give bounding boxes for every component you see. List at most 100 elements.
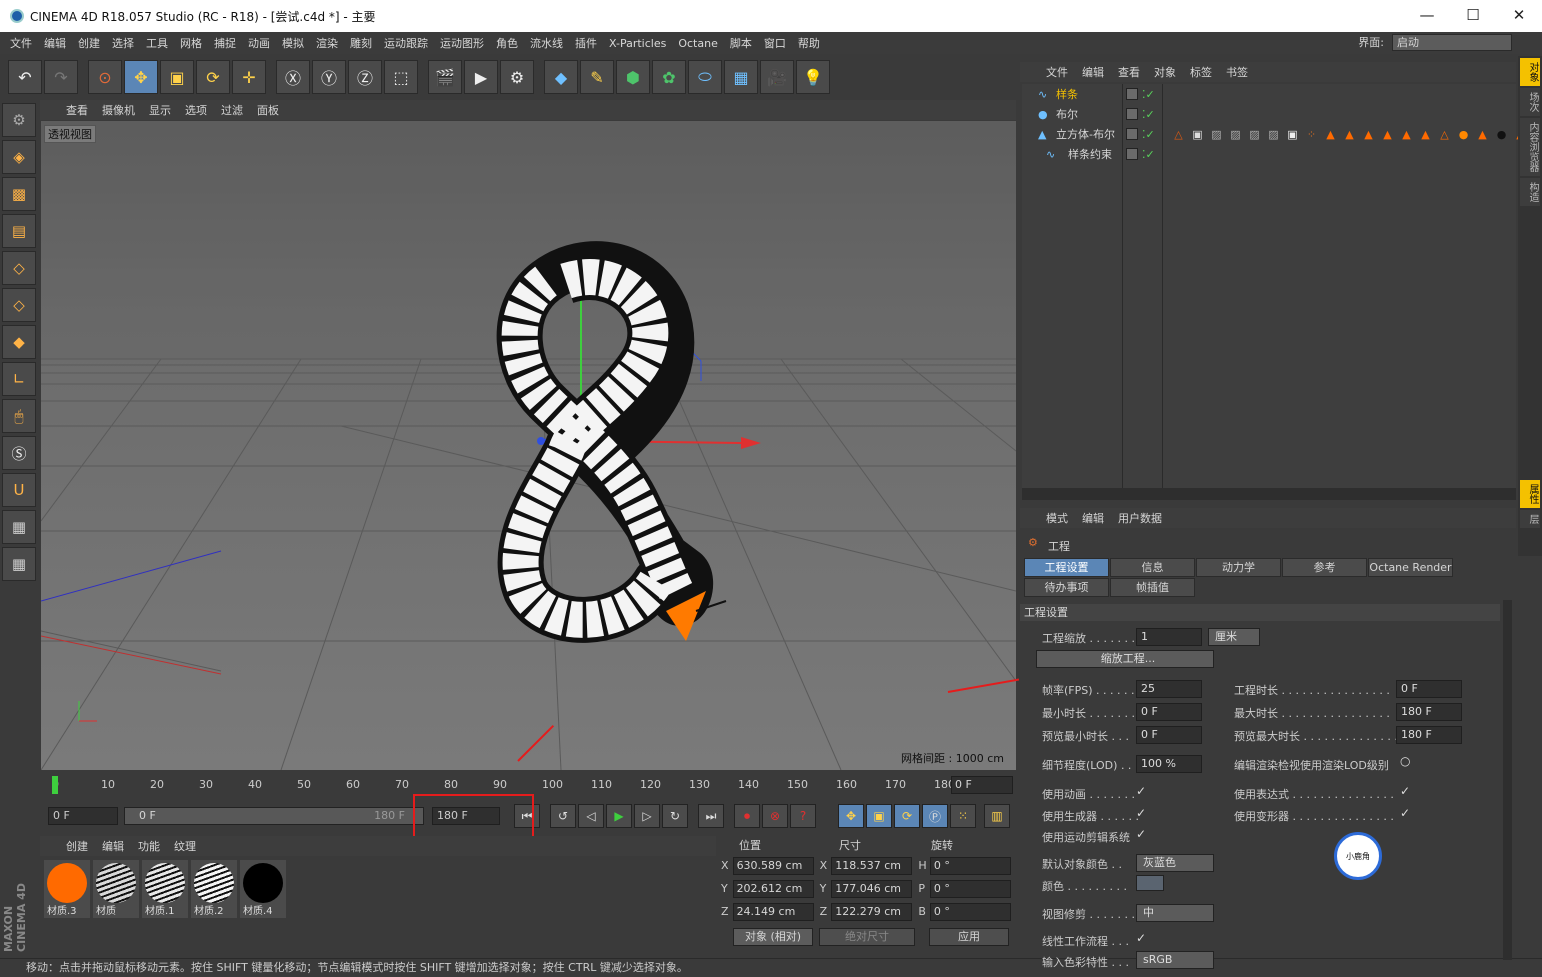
menu-item[interactable]: 角色 bbox=[490, 35, 524, 51]
menu-item[interactable]: 运动图形 bbox=[434, 35, 490, 51]
timeline-window-icon[interactable]: ▥ bbox=[984, 804, 1010, 828]
coordinate-field[interactable]: 0 ° bbox=[929, 856, 1012, 875]
use-animation-checkbox[interactable]: ✓ bbox=[1136, 784, 1146, 798]
material-tag-icon[interactable]: ▲ bbox=[1398, 126, 1415, 142]
edges-mode-icon[interactable]: ◇ bbox=[2, 288, 36, 322]
lock-workplane-icon[interactable]: ▦ bbox=[2, 510, 36, 544]
view-clipping-dropdown[interactable]: 中 bbox=[1136, 904, 1214, 922]
enable-check-icon[interactable]: ⁚✓ bbox=[1142, 88, 1155, 101]
color-swatch[interactable] bbox=[1136, 875, 1164, 891]
object-menu-item[interactable]: 文件 bbox=[1046, 64, 1068, 80]
enable-check-icon[interactable]: ⁚✓ bbox=[1142, 108, 1155, 121]
side-tab[interactable]: 内容浏览器 bbox=[1520, 118, 1540, 176]
object-menu-item[interactable]: 书签 bbox=[1226, 64, 1248, 80]
cloner-icon[interactable]: ✿ bbox=[652, 60, 686, 94]
min-time-field[interactable]: 0 F bbox=[1136, 703, 1202, 721]
enable-check-icon[interactable]: ⁚✓ bbox=[1142, 128, 1155, 141]
material-tag-icon[interactable]: ▨ bbox=[1246, 126, 1263, 142]
z-axis-icon[interactable]: Ⓩ bbox=[348, 60, 382, 94]
material-swatch[interactable]: 材质.4 bbox=[240, 860, 286, 918]
axis-mode-icon[interactable]: ∟ bbox=[2, 362, 36, 396]
menu-item[interactable]: 流水线 bbox=[524, 35, 569, 51]
use-mograph-checkbox[interactable]: ✓ bbox=[1136, 827, 1146, 841]
key-parameter-icon[interactable]: Ⓟ bbox=[922, 804, 948, 828]
viewport-menu-item[interactable]: 查看 bbox=[66, 102, 88, 118]
material-swatch[interactable]: 材质 bbox=[93, 860, 139, 918]
use-generators-checkbox[interactable]: ✓ bbox=[1136, 806, 1146, 820]
undo-icon[interactable]: ↶ bbox=[8, 60, 42, 94]
menu-item[interactable]: X-Particles bbox=[603, 37, 672, 50]
coordinate-field[interactable]: 0 ° bbox=[929, 902, 1012, 921]
viewport-menu-item[interactable]: 面板 bbox=[257, 102, 279, 118]
material-menu-item[interactable]: 创建 bbox=[66, 838, 88, 854]
viewport-menu-item[interactable]: 摄像机 bbox=[102, 102, 135, 118]
solo-icon[interactable]: Ⓢ bbox=[2, 436, 36, 470]
playhead[interactable] bbox=[52, 776, 58, 794]
menu-item[interactable]: 动画 bbox=[242, 35, 276, 51]
material-tag-icon[interactable]: ▲ bbox=[1322, 126, 1339, 142]
interface-selector[interactable]: 界面: 启动 bbox=[1358, 32, 1512, 52]
key-pla-icon[interactable]: ⁙ bbox=[950, 804, 976, 828]
side-tab[interactable]: 属性 bbox=[1520, 480, 1540, 508]
y-axis-icon[interactable]: Ⓨ bbox=[312, 60, 346, 94]
material-menu-item[interactable]: 纹理 bbox=[174, 838, 196, 854]
visibility-toggle[interactable] bbox=[1126, 108, 1138, 120]
floor-icon[interactable]: ▦ bbox=[724, 60, 758, 94]
pen-icon[interactable]: ✎ bbox=[580, 60, 614, 94]
input-color-dropdown[interactable]: sRGB bbox=[1136, 951, 1214, 969]
render-view-icon[interactable]: 🎬 bbox=[428, 60, 462, 94]
attribute-tab[interactable]: 待办事项 bbox=[1024, 578, 1109, 597]
render-picture-viewer-icon[interactable]: ▶ bbox=[464, 60, 498, 94]
scale-project-button[interactable]: 缩放工程... bbox=[1036, 650, 1214, 668]
material-tag-icon[interactable]: △ bbox=[1170, 126, 1187, 142]
scale-icon[interactable]: ▣ bbox=[160, 60, 194, 94]
key-rotation-icon[interactable]: ⟳ bbox=[894, 804, 920, 828]
attribute-tab[interactable]: Octane Render bbox=[1368, 558, 1453, 577]
grid-snap-icon[interactable]: ▦ bbox=[2, 547, 36, 581]
object-row[interactable]: ∿ 样条 ⁚✓ bbox=[1022, 84, 1516, 104]
next-frame-icon[interactable]: ▷ bbox=[634, 804, 660, 828]
object-row[interactable]: ● 布尔 ⁚✓ bbox=[1022, 104, 1516, 124]
menu-item[interactable]: 模拟 bbox=[276, 35, 310, 51]
material-tag-icon[interactable]: ▲ bbox=[1360, 126, 1377, 142]
points-mode-icon[interactable]: ◇ bbox=[2, 251, 36, 285]
go-to-prev-key-icon[interactable]: ↺ bbox=[550, 804, 576, 828]
material-tag-icon[interactable]: ▣ bbox=[1189, 126, 1206, 142]
coordinate-field[interactable]: 118.537 cm bbox=[831, 856, 913, 875]
prev-frame-icon[interactable]: ◁ bbox=[578, 804, 604, 828]
menu-item[interactable]: 渲染 bbox=[310, 35, 344, 51]
subdivision-icon[interactable]: ⬢ bbox=[616, 60, 650, 94]
x-axis-icon[interactable]: Ⓧ bbox=[276, 60, 310, 94]
material-menu-item[interactable]: 编辑 bbox=[102, 838, 124, 854]
use-expressions-checkbox[interactable]: ✓ bbox=[1400, 784, 1410, 798]
rotate-icon[interactable]: ⟳ bbox=[196, 60, 230, 94]
menu-item[interactable]: 工具 bbox=[140, 35, 174, 51]
material-tag-icon[interactable]: ▨ bbox=[1265, 126, 1282, 142]
coordinate-mode-dropdown[interactable]: 对象 (相对) bbox=[733, 927, 813, 946]
range-slider[interactable]: 0 F 180 F bbox=[124, 807, 424, 825]
material-swatch[interactable]: 材质.3 bbox=[44, 860, 90, 918]
material-tag-icon[interactable]: ● bbox=[1493, 126, 1510, 142]
play-icon[interactable]: ▶ bbox=[606, 804, 632, 828]
coordinate-field[interactable]: 24.149 cm bbox=[732, 902, 814, 921]
material-tag-icon[interactable]: ▲ bbox=[1474, 126, 1491, 142]
apply-button[interactable]: 应用 bbox=[929, 927, 1009, 946]
visibility-toggle[interactable] bbox=[1126, 88, 1138, 100]
fps-field[interactable]: 25 bbox=[1136, 680, 1202, 698]
tweak-icon[interactable]: 🖱 bbox=[2, 399, 36, 433]
render-settings-icon[interactable]: ⚙ bbox=[500, 60, 534, 94]
viewport-menu-item[interactable]: 过滤 bbox=[221, 102, 243, 118]
go-to-end-icon[interactable]: ⏭ bbox=[698, 804, 724, 828]
object-row[interactable]: ▲立方体-布尔⁚✓△▣▨▨▨▨▣⁘▲▲▲▲▲▲△●▲●▲ bbox=[1022, 124, 1525, 144]
project-length-field[interactable]: 0 F bbox=[1396, 680, 1462, 698]
material-swatch[interactable]: 材质.1 bbox=[142, 860, 188, 918]
perspective-viewport[interactable]: 透视视图 网格间距 : 1000 cm bbox=[41, 121, 1016, 770]
viewport-menu-item[interactable]: 显示 bbox=[149, 102, 171, 118]
render-lod-checkbox[interactable]: ○ bbox=[1400, 754, 1410, 768]
material-tag-icon[interactable]: ▨ bbox=[1227, 126, 1244, 142]
cube-icon[interactable]: ◆ bbox=[544, 60, 578, 94]
attribute-scrollbar[interactable] bbox=[1503, 600, 1512, 960]
menu-item[interactable]: 脚本 bbox=[724, 35, 758, 51]
autokey-icon[interactable]: ⊗ bbox=[762, 804, 788, 828]
scale-unit-dropdown[interactable]: 厘米 bbox=[1208, 628, 1260, 646]
